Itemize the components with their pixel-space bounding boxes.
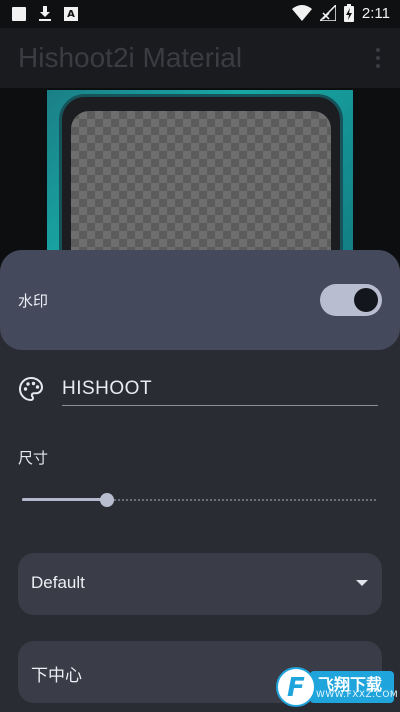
download-icon <box>39 6 51 21</box>
battery-charging-icon <box>343 4 354 22</box>
toggle-knob <box>354 288 378 312</box>
clock: 2:11 <box>361 4 390 22</box>
system-icons: 2:11 <box>291 4 390 22</box>
more-vertical-icon[interactable] <box>368 46 388 70</box>
preview-area <box>0 88 400 271</box>
watermark-text-row: HISHOOT <box>0 372 400 412</box>
logo-banner: 飞翔下载 WWW.FXXZ.COM <box>310 671 398 703</box>
slider-thumb[interactable] <box>100 493 115 507</box>
no-signal-icon <box>319 5 336 21</box>
watermark-label: 水印 <box>18 292 49 310</box>
preview-background[interactable] <box>47 90 353 271</box>
palette-icon[interactable] <box>18 376 44 402</box>
site-logo: 飞翔下载 WWW.FXXZ.COM F <box>276 667 398 707</box>
status-bar: A 2:11 <box>0 0 400 28</box>
logo-url: WWW.FXXZ.COM <box>316 690 399 700</box>
position-select-value: 下中心 <box>31 666 82 686</box>
notification-icons: A <box>12 6 78 22</box>
slider-fill <box>22 498 108 501</box>
size-slider[interactable] <box>22 492 378 508</box>
logo-mark: F <box>276 667 316 707</box>
screenshot-placeholder <box>71 111 331 271</box>
font-select-value: Default <box>31 573 85 592</box>
device-frame <box>59 94 343 271</box>
watermark-card[interactable]: 水印 <box>0 250 400 350</box>
app-bar: Hishoot2i Material <box>0 28 400 88</box>
size-label: 尺寸 <box>18 449 49 467</box>
logo-mark-letter: F <box>287 673 305 703</box>
dropdown-arrow-icon <box>356 580 368 586</box>
wifi-icon <box>291 5 312 21</box>
app-title: Hishoot2i Material <box>18 42 243 73</box>
watermark-toggle[interactable] <box>320 284 382 316</box>
font-select[interactable]: Default <box>18 553 382 615</box>
text-notification-icon: A <box>64 7 78 21</box>
watermark-text-input[interactable]: HISHOOT <box>62 372 378 406</box>
watermark-text-value: HISHOOT <box>62 378 153 399</box>
square-notification-icon <box>12 7 26 21</box>
settings-sheet: 水印 HISHOOT 尺寸 Default 下中心 <box>0 250 400 712</box>
